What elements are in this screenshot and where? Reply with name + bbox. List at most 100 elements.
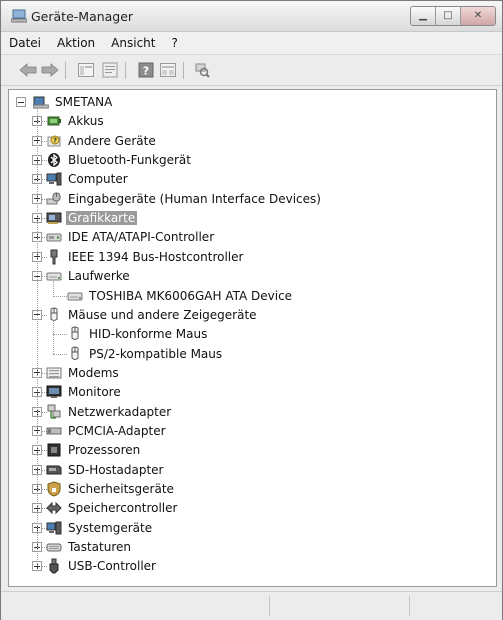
system-device-icon (46, 521, 62, 535)
forward-icon (41, 63, 59, 77)
tree-category-node[interactable]: Akkus (46, 112, 106, 131)
toolbar-separator (183, 62, 184, 79)
tree-node-label: Laufwerke (68, 269, 130, 284)
tree-device-node[interactable]: HID-konforme Maus (67, 325, 209, 344)
security-device-icon (47, 481, 61, 497)
tree-category-node[interactable]: Prozessoren (46, 441, 142, 460)
mouse-icon (71, 346, 79, 360)
tree-connector (53, 295, 67, 297)
tree-category-node[interactable]: Computer (46, 170, 130, 189)
tree-device-node[interactable]: PS/2-kompatible Maus (67, 344, 224, 363)
tree-category-node[interactable]: Sicherheitsgeräte (46, 480, 176, 499)
menu-help[interactable]: ? (163, 36, 185, 50)
maximize-button[interactable]: □ (435, 7, 460, 25)
tree-category-node[interactable]: USB-Controller (46, 557, 158, 576)
tree-node-label: Grafikkarte (66, 211, 138, 226)
mouse-icon (50, 307, 58, 321)
tree-category-node[interactable]: Bluetooth-Funkgerät (46, 151, 193, 170)
tree-node-label: Mäuse und andere Zeigegeräte (68, 307, 257, 322)
tree-category-node[interactable]: Modems (46, 363, 121, 382)
network-adapter-icon (47, 404, 61, 419)
tree-node-label: PCMCIA-Adapter (68, 423, 166, 438)
tree-node-label: Prozessoren (68, 443, 141, 458)
tree-category-node[interactable]: Mäuse und andere Zeigegeräte (46, 305, 259, 324)
tree-device-node[interactable]: TOSHIBA MK6006GAH ATA Device (67, 286, 294, 305)
sd-host-icon (46, 465, 62, 475)
computer-icon (46, 172, 62, 186)
tree-category-node[interactable]: Grafikkarte (46, 209, 138, 228)
tree-category-node[interactable]: Monitore (46, 383, 123, 402)
tree-node-label: Systemgeräte (68, 520, 153, 535)
tree-node-label: SMETANA (55, 95, 113, 109)
tree-node-label: Modems (68, 365, 119, 380)
tree-category-node[interactable]: PCMCIA-Adapter (46, 421, 168, 440)
close-button[interactable]: ✕ (460, 7, 495, 25)
disk-drive-icon (46, 272, 62, 281)
show-hide-tree-button[interactable] (77, 61, 95, 79)
minimize-button[interactable]: ▁ (411, 7, 435, 25)
title-bar[interactable]: Geräte-Manager ▁ □ ✕ (1, 1, 502, 32)
properties-button[interactable] (101, 61, 119, 79)
window-title: Geräte-Manager (31, 9, 134, 24)
tree-node-label: Netzwerkadapter (68, 404, 172, 419)
tree-node-label: Computer (68, 172, 128, 187)
scan-hardware-button[interactable] (193, 61, 211, 79)
status-cell (409, 596, 502, 616)
show-hide-tree-icon (78, 63, 94, 77)
root-computer-icon (33, 96, 49, 109)
tree-category-node[interactable]: Speichercontroller (46, 499, 179, 518)
tree-category-node[interactable]: Laufwerke (46, 267, 132, 286)
tree-category-node[interactable]: IEEE 1394 Bus-Hostcontroller (46, 247, 245, 266)
tree-node-label: IEEE 1394 Bus-Hostcontroller (68, 249, 244, 264)
collapse-toggle[interactable] (16, 97, 26, 107)
tree-connector (37, 107, 38, 567)
forward-button[interactable] (41, 61, 59, 79)
tree-node-label: HID-konforme Maus (89, 327, 208, 342)
tree-category-node[interactable]: Systemgeräte (46, 518, 154, 537)
processor-icon (47, 443, 61, 457)
minimize-icon: ▁ (419, 10, 427, 21)
toolbar-separator (125, 62, 126, 79)
device-tree[interactable]: SMETANA Akkus ? Andere Geräte Bluetooth-Funk… (8, 89, 497, 587)
modem-icon (46, 367, 62, 379)
back-button[interactable] (19, 61, 37, 79)
monitor-icon (46, 385, 62, 399)
tree-node-label: PS/2-kompatible Maus (89, 346, 223, 361)
battery-icon (47, 116, 61, 126)
tree-node-label: Bluetooth-Funkgerät (68, 153, 191, 168)
help-button[interactable]: ? (137, 61, 155, 79)
menu-datei[interactable]: Datei (1, 36, 49, 50)
svg-text:?: ? (143, 65, 149, 78)
pcmcia-icon (46, 427, 62, 435)
display-adapter-icon (46, 212, 62, 225)
toolbar: ? (1, 55, 502, 86)
properties-icon (102, 62, 118, 78)
tree-category-node[interactable]: SD-Hostadapter (46, 460, 165, 479)
tree-node-label: IDE ATA/ATAPI-Controller (68, 230, 215, 245)
tree-node-label: USB-Controller (68, 559, 156, 574)
menu-ansicht[interactable]: Ansicht (103, 36, 163, 50)
tree-category-node[interactable]: IDE ATA/ATAPI-Controller (46, 228, 216, 247)
keyboard-icon (46, 543, 62, 552)
menu-aktion[interactable]: Aktion (49, 36, 103, 50)
tree-category-node[interactable]: Tastaturen (46, 538, 133, 557)
tree-root-node[interactable]: SMETANA (33, 93, 114, 112)
usb-icon (49, 558, 59, 574)
scan-hardware-icon (195, 63, 210, 78)
back-icon (19, 63, 37, 77)
tree-category-node[interactable]: Netzwerkadapter (46, 402, 173, 421)
tree-category-node[interactable]: Eingabegeräte (Human Interface Devices) (46, 189, 323, 208)
storage-controller-icon (46, 502, 62, 515)
tree-node-label: Tastaturen (68, 540, 131, 555)
tree-node-label: Akkus (68, 114, 104, 129)
hid-icon (46, 192, 61, 205)
tree-category-node[interactable]: ? Andere Geräte (46, 131, 158, 150)
tree-node-label: Speichercontroller (68, 501, 178, 516)
toolbar-separator (65, 62, 66, 79)
view-button[interactable] (159, 61, 177, 79)
tree-connector (53, 319, 54, 354)
device-manager-app-icon (11, 9, 27, 23)
tree-node-label: Sicherheitsgeräte (68, 482, 174, 496)
tree-connector (53, 281, 54, 296)
tree-node-label: Andere Geräte (68, 133, 156, 148)
